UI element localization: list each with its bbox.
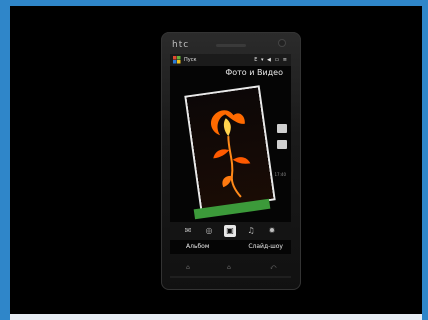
phone-device: htc Пуск E ▾ ◀ ▭ ≡ Фото и Видео 17:40 ✉ … [161,32,301,290]
camera-icon[interactable]: ▣ [224,225,236,237]
album-softkey[interactable]: Альбом [186,240,209,254]
frame-bottom-border [10,314,422,320]
windows-icon[interactable]: ⌂ [227,264,233,271]
start-menu-label[interactable]: Пуск [184,54,197,66]
video-stage: htc Пуск E ▾ ◀ ▭ ≡ Фото и Видео 17:40 ✉ … [10,6,422,314]
globe-icon[interactable]: ◎ [203,225,215,237]
softkey-bar: Альбом Слайд-шоу [170,240,291,254]
phone-screen: Пуск E ▾ ◀ ▭ ≡ Фото и Видео 17:40 ✉ ◎ ▣ … [170,54,291,254]
settings-icon[interactable]: ✹ [266,225,278,237]
tab-bar: ✉ ◎ ▣ ♫ ✹ [170,222,291,240]
hardware-keys: ⌂ ⌂ ⤺ [170,260,291,278]
slideshow-softkey[interactable]: Слайд-шоу [248,240,283,254]
back-icon[interactable]: ⤺ [270,264,276,271]
status-icons: E ▾ ◀ ▭ ≡ [254,57,288,63]
fire-rose-image [211,110,251,198]
mail-icon[interactable]: ✉ [182,225,194,237]
photo-mode-icon[interactable] [277,124,287,133]
photo-preview[interactable] [186,87,274,209]
home-icon[interactable]: ⌂ [186,264,192,271]
app-title: Фото и Видео [225,68,283,77]
front-camera-icon [279,40,285,46]
phone-speaker [216,44,246,47]
phone-brand-logo: htc [172,40,190,50]
video-mode-icon[interactable] [277,140,287,149]
status-bar: Пуск E ▾ ◀ ▭ ≡ [170,54,291,66]
time-label: 17:40 [274,172,286,177]
windows-start-icon[interactable] [173,56,181,64]
frame-left-border [0,0,10,320]
zoom-bar[interactable] [170,276,291,278]
music-icon[interactable]: ♫ [245,225,257,237]
frame-right-border [422,0,428,320]
